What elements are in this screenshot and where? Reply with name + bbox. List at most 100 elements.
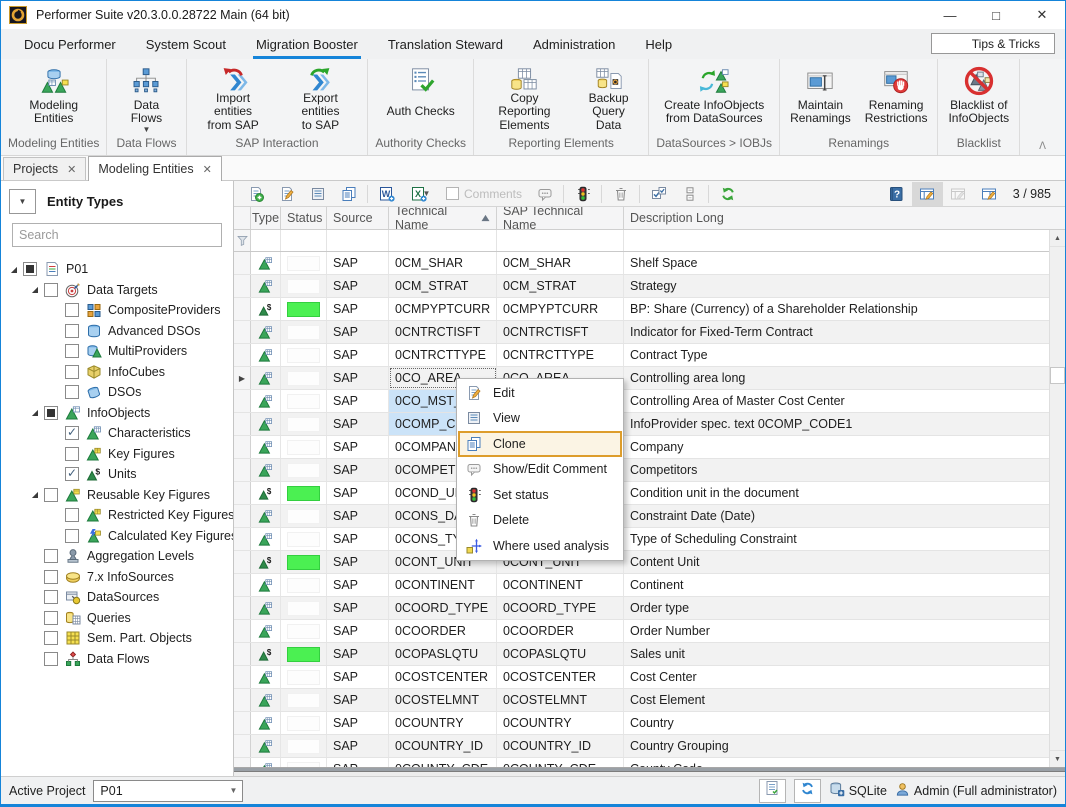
ribbon-button-rb-renaming-restrictions[interactable]: RenamingRestrictions <box>858 61 935 136</box>
technical-name-cell[interactable]: 0COORDER <box>389 620 497 642</box>
tree-checkbox[interactable] <box>44 590 58 604</box>
tree-item-compositeproviders[interactable]: CompositeProviders <box>1 300 233 321</box>
technical-name-cell[interactable]: 0CM_STRAT <box>389 275 497 297</box>
context-menu-item-delete[interactable]: Delete <box>458 508 622 534</box>
ribbon-button-rb-blacklist[interactable]: Blacklist ofInfoObjects <box>941 61 1016 136</box>
grid-row-0co_area[interactable]: ▶SAP0CO_AREA0CO_AREAControlling area lon… <box>234 367 1065 390</box>
help-button[interactable]: ? <box>881 182 912 206</box>
tree-checkbox[interactable] <box>44 570 58 584</box>
column-header-type[interactable]: Type <box>251 207 281 229</box>
column-header-source[interactable]: Source <box>327 207 389 229</box>
menu-item-help[interactable]: Help <box>630 29 687 59</box>
tree-item-aggregation-levels[interactable]: Aggregation Levels <box>1 546 233 567</box>
grid-row-0county_cde[interactable]: SAP0COUNTY_CDE0COUNTY_CDECounty Code <box>234 758 1065 767</box>
technical-name-cell[interactable]: 0CM_SHAR <box>389 252 497 274</box>
tree-item-calculated-key-figures[interactable]: Calculated Key Figures <box>1 526 233 547</box>
inline-edit-toggle-button[interactable] <box>912 182 943 206</box>
clone-entity-button[interactable] <box>333 182 364 206</box>
tree-item-data-flows[interactable]: Data Flows <box>1 649 233 670</box>
tree-checkbox[interactable] <box>65 324 79 338</box>
tree-item-sem-part-objects[interactable]: Sem. Part. Objects <box>1 628 233 649</box>
column-header-status[interactable]: Status <box>281 207 327 229</box>
menu-item-docu-performer[interactable]: Docu Performer <box>9 29 131 59</box>
combo-dropdown-icon[interactable]: ▼ <box>224 786 242 795</box>
tree-expander-icon[interactable]: ◢ <box>5 265 23 274</box>
technical-name-cell[interactable]: 0COORD_TYPE <box>389 597 497 619</box>
comments-checkbox[interactable] <box>446 187 459 200</box>
grid-row-0coorder[interactable]: SAP0COORDER0COORDEROrder Number <box>234 620 1065 643</box>
tree-item-infoobjects[interactable]: ◢InfoObjects <box>1 403 233 424</box>
technical-name-cell[interactable]: 0CNTRCTTYPE <box>389 344 497 366</box>
search-input[interactable] <box>12 223 222 247</box>
form-edit-toggle-button[interactable] <box>974 182 1005 206</box>
column-header-description-long[interactable]: Description Long <box>624 207 1049 229</box>
context-menu-item-set-status[interactable]: Set status <box>458 482 622 508</box>
ribbon-button-rb-backup-query[interactable]: BackupQuery Data <box>572 61 645 136</box>
technical-name-cell[interactable]: 0COSTCENTER <box>389 666 497 688</box>
tree-item-reusable-key-figures[interactable]: ◢Reusable Key Figures <box>1 485 233 506</box>
tree-checkbox[interactable]: ✓ <box>65 426 79 440</box>
scroll-up-button[interactable]: ▲ <box>1050 230 1065 247</box>
column-header-technical-name[interactable]: Technical Name <box>389 207 497 229</box>
grid-row-0cond_unit[interactable]: $SAP0COND_UNIT0COND_UNITCondition unit i… <box>234 482 1065 505</box>
technical-name-cell[interactable]: 0COUNTY_CDE <box>389 758 497 767</box>
grid-row-0coord_type[interactable]: SAP0COORD_TYPE0COORD_TYPEOrder type <box>234 597 1065 620</box>
grid-row-0cont_unit[interactable]: $SAP0CONT_UNIT0CONT_UNITContent Unit <box>234 551 1065 574</box>
grid-row-0competitor[interactable]: SAP0COMPETITOR0COMPETITORCompetitors <box>234 459 1065 482</box>
edit-entity-button[interactable] <box>271 182 302 206</box>
grid-row-0comp_code[interactable]: SAP0COMP_CODE0COMP_CODEInfoProvider spec… <box>234 413 1065 436</box>
grid-row-0cm_shar[interactable]: SAP0CM_SHAR0CM_SHARShelf Space <box>234 252 1065 275</box>
grid-row-0cm_strat[interactable]: SAP0CM_STRAT0CM_STRATStrategy <box>234 275 1065 298</box>
delete-button[interactable] <box>605 182 636 206</box>
menu-item-migration-booster[interactable]: Migration Booster <box>241 29 373 59</box>
refresh-button[interactable] <box>712 182 743 206</box>
technical-name-cell[interactable]: 0COPASLQTU <box>389 643 497 665</box>
grid-row-0costcenter[interactable]: SAP0COSTCENTER0COSTCENTERCost Center <box>234 666 1065 689</box>
tree-checkbox[interactable]: ✓ <box>65 467 79 481</box>
close-button[interactable]: ✕ <box>1019 1 1065 29</box>
filter-funnel-cell[interactable] <box>234 230 251 251</box>
tree-checkbox[interactable] <box>44 611 58 625</box>
technical-name-cell[interactable]: 0COUNTRY <box>389 712 497 734</box>
ribbon-button-rb-copy-reporting[interactable]: Copy ReportingElements <box>477 61 572 136</box>
grid-row-0cntrcttype[interactable]: SAP0CNTRCTTYPE0CNTRCTTYPEContract Type <box>234 344 1065 367</box>
log-document-button[interactable] <box>759 779 786 803</box>
tree-checkbox[interactable] <box>44 283 58 297</box>
tree-item-restricted-key-figures[interactable]: Restricted Key Figures <box>1 505 233 526</box>
menu-item-system-scout[interactable]: System Scout <box>131 29 241 59</box>
horizontal-splitter[interactable] <box>234 767 1065 776</box>
grid-row-0co_mst_[interactable]: SAP0CO_MST_0CO_MST_Controlling Area of M… <box>234 390 1065 413</box>
splitter-handle[interactable] <box>234 768 1065 772</box>
context-menu-item-clone[interactable]: Clone <box>458 431 622 457</box>
tree-checkbox[interactable] <box>65 344 79 358</box>
tree-item-characteristics[interactable]: ✓Characteristics <box>1 423 233 444</box>
filter-cell[interactable] <box>624 230 1065 251</box>
grid-row-0cons_date[interactable]: SAP0CONS_DATE0CONS_DATEConstraint Date (… <box>234 505 1065 528</box>
tree-checkbox[interactable] <box>44 652 58 666</box>
tab-modeling-entities[interactable]: Modeling Entities✕ <box>88 156 221 181</box>
tree-item-advanced-dsos[interactable]: Advanced DSOs <box>1 321 233 342</box>
grid-row-0cmpyptcurr[interactable]: $SAP0CMPYPTCURR0CMPYPTCURRBP: Share (Cur… <box>234 298 1065 321</box>
comment-bubble-button[interactable] <box>529 182 560 206</box>
tree-item-key-figures[interactable]: Key Figures <box>1 444 233 465</box>
dropdown-arrow-icon[interactable]: ▼ <box>423 189 431 198</box>
tree-checkbox[interactable] <box>44 631 58 645</box>
tree-item-multiproviders[interactable]: MultiProviders <box>1 341 233 362</box>
sync-button[interactable] <box>794 779 821 803</box>
tree-item-datasources[interactable]: DataSources <box>1 587 233 608</box>
grid-row-0country[interactable]: SAP0COUNTRY0COUNTRYCountry <box>234 712 1065 735</box>
set-status-button[interactable] <box>567 182 598 206</box>
technical-name-cell[interactable]: 0COSTELMNT <box>389 689 497 711</box>
ribbon-button-rb-maintain-renamings[interactable]: MaintainRenamings <box>783 61 858 136</box>
grid-row-0company[interactable]: SAP0COMPANY0COMPANYCompany <box>234 436 1065 459</box>
active-project-combobox[interactable]: P01 ▼ <box>93 780 243 802</box>
comments-toggle[interactable]: Comments <box>446 187 522 201</box>
ribbon-button-rb-import-sap[interactable]: Import entitiesfrom SAP <box>190 61 277 136</box>
tree-checkbox[interactable] <box>44 406 58 420</box>
tree-checkbox[interactable] <box>65 303 79 317</box>
context-menu-item-where-used-analysis[interactable]: Where used analysis <box>458 533 622 559</box>
filter-cell[interactable] <box>327 230 389 251</box>
scroll-down-button[interactable]: ▼ <box>1050 750 1065 767</box>
ribbon-button-rb-export-sap[interactable]: Export entitiesto SAP <box>277 61 365 136</box>
tree-checkbox[interactable] <box>44 488 58 502</box>
